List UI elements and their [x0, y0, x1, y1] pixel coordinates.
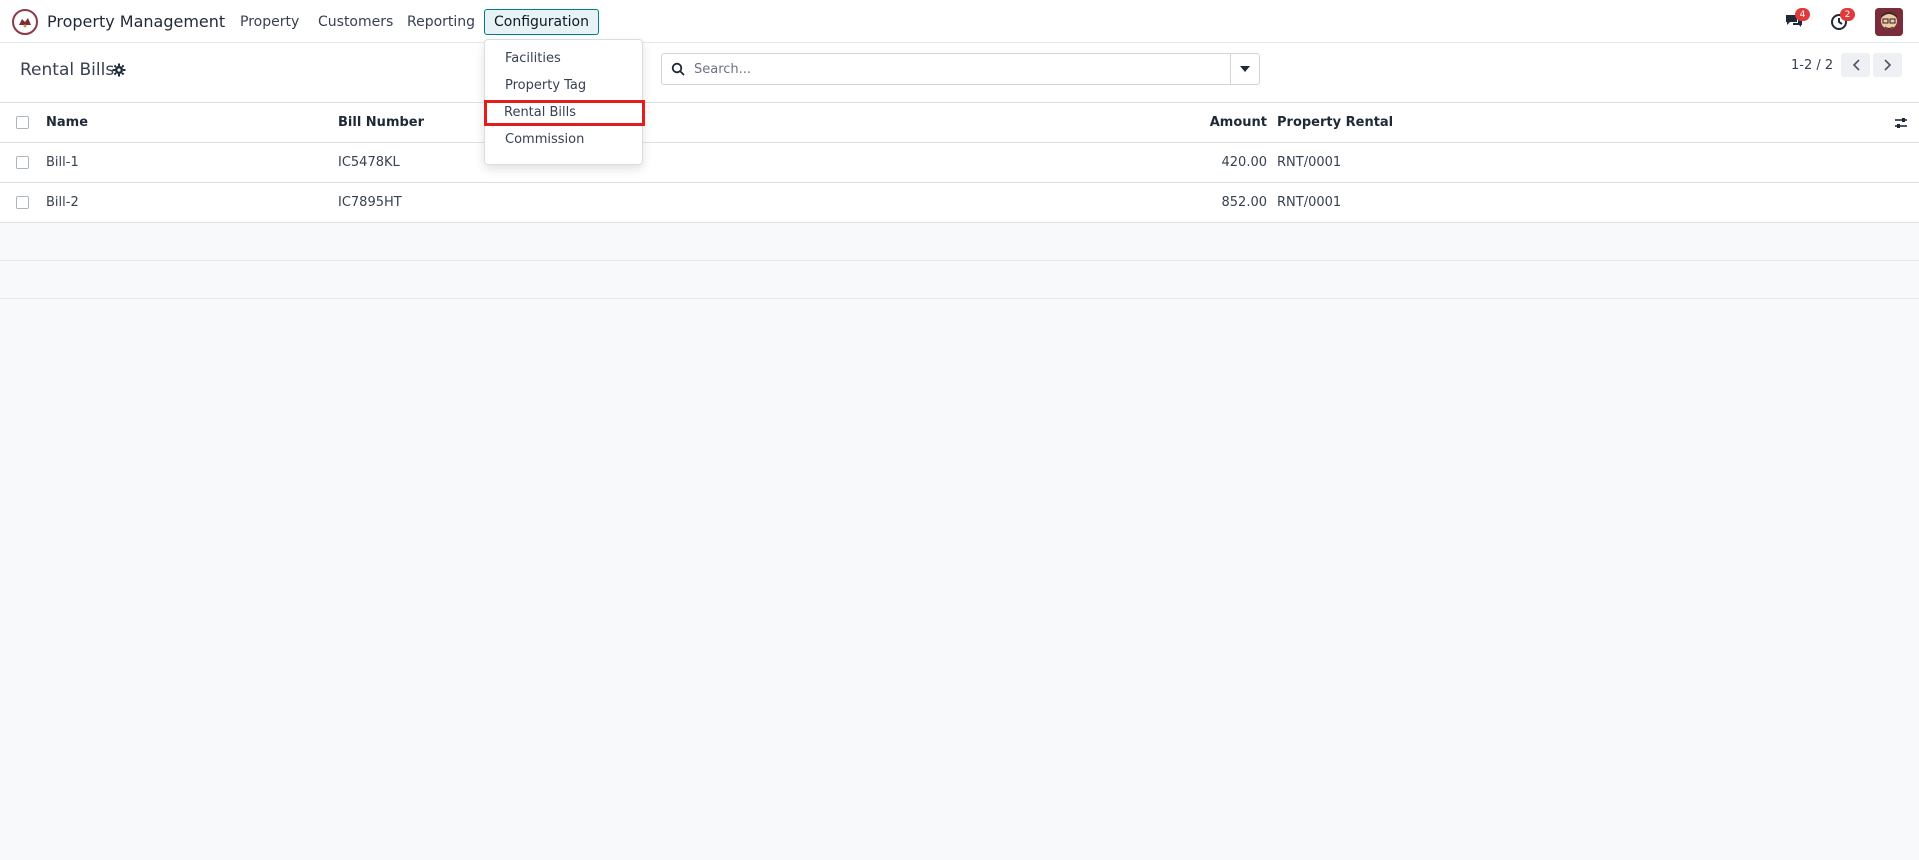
app-name[interactable]: Property Management — [47, 12, 225, 31]
chevron-left-icon — [1852, 59, 1860, 71]
configuration-dropdown: Facilities Property Tag Rental Bills Com… — [484, 39, 645, 165]
messages-badge: 4 — [1795, 8, 1810, 21]
row-checkbox[interactable] — [16, 196, 29, 209]
cell-name: Bill-1 — [46, 155, 79, 170]
chevron-right-icon — [1883, 59, 1891, 71]
rental-bills-table: Name Bill Number Amount Property Rental … — [0, 103, 1919, 299]
table-row[interactable]: Bill-1 IC5478KL 420.00 RNT/0001 — [0, 143, 1919, 183]
activities-button[interactable]: 2 — [1829, 8, 1855, 33]
header-property-rental[interactable]: Property Rental — [1277, 115, 1393, 130]
control-panel: Rental Bills 1-2 / 2 — [0, 43, 1919, 103]
cell-bill-number: IC5478KL — [338, 155, 400, 170]
cell-amount: 852.00 — [1221, 195, 1268, 210]
menu-property[interactable]: Property — [240, 14, 299, 30]
menu-customers[interactable]: Customers — [318, 14, 393, 30]
user-avatar[interactable] — [1875, 8, 1903, 36]
dropdown-item-facilities[interactable]: Facilities — [485, 46, 642, 72]
empty-row — [0, 223, 1919, 261]
menu-reporting[interactable]: Reporting — [407, 14, 475, 30]
cell-amount: 420.00 — [1221, 155, 1268, 170]
pager-next-button[interactable] — [1873, 53, 1902, 77]
settings-button[interactable] — [112, 63, 126, 77]
cell-property-rental: RNT/0001 — [1277, 195, 1342, 210]
menu-configuration[interactable]: Configuration — [484, 9, 599, 35]
dropdown-item-commission[interactable]: Commission — [485, 127, 642, 153]
pager-previous-button[interactable] — [1841, 53, 1870, 77]
activities-badge: 2 — [1840, 8, 1855, 21]
select-all-checkbox[interactable] — [16, 116, 29, 129]
gear-icon — [112, 63, 126, 77]
app-logo-icon[interactable] — [12, 9, 38, 35]
empty-row — [0, 261, 1919, 299]
caret-down-icon — [1240, 66, 1250, 72]
header-name[interactable]: Name — [46, 115, 88, 130]
dropdown-item-property-tag[interactable]: Property Tag — [485, 73, 642, 99]
cell-property-rental: RNT/0001 — [1277, 155, 1342, 170]
search-input[interactable] — [694, 59, 1214, 79]
table-header: Name Bill Number Amount Property Rental — [0, 103, 1919, 143]
messages-button[interactable]: 4 — [1784, 8, 1810, 33]
sliders-icon — [1895, 118, 1907, 128]
header-bill-number[interactable]: Bill Number — [338, 115, 424, 130]
dropdown-item-rental-bills[interactable]: Rental Bills — [484, 100, 645, 126]
search-icon — [671, 62, 685, 76]
table-row[interactable]: Bill-2 IC7895HT 852.00 RNT/0001 — [0, 183, 1919, 223]
top-navbar: Property Management Property Customers R… — [0, 0, 1919, 43]
search-bar — [661, 53, 1260, 85]
pager-value[interactable]: 1-2 / 2 — [1791, 58, 1833, 73]
page-title: Rental Bills — [20, 60, 115, 80]
search-options-toggle[interactable] — [1230, 54, 1259, 84]
header-amount[interactable]: Amount — [1210, 115, 1267, 130]
row-checkbox[interactable] — [16, 156, 29, 169]
cell-name: Bill-2 — [46, 195, 79, 210]
cell-bill-number: IC7895HT — [338, 195, 402, 210]
optional-columns-button[interactable] — [1894, 116, 1908, 130]
